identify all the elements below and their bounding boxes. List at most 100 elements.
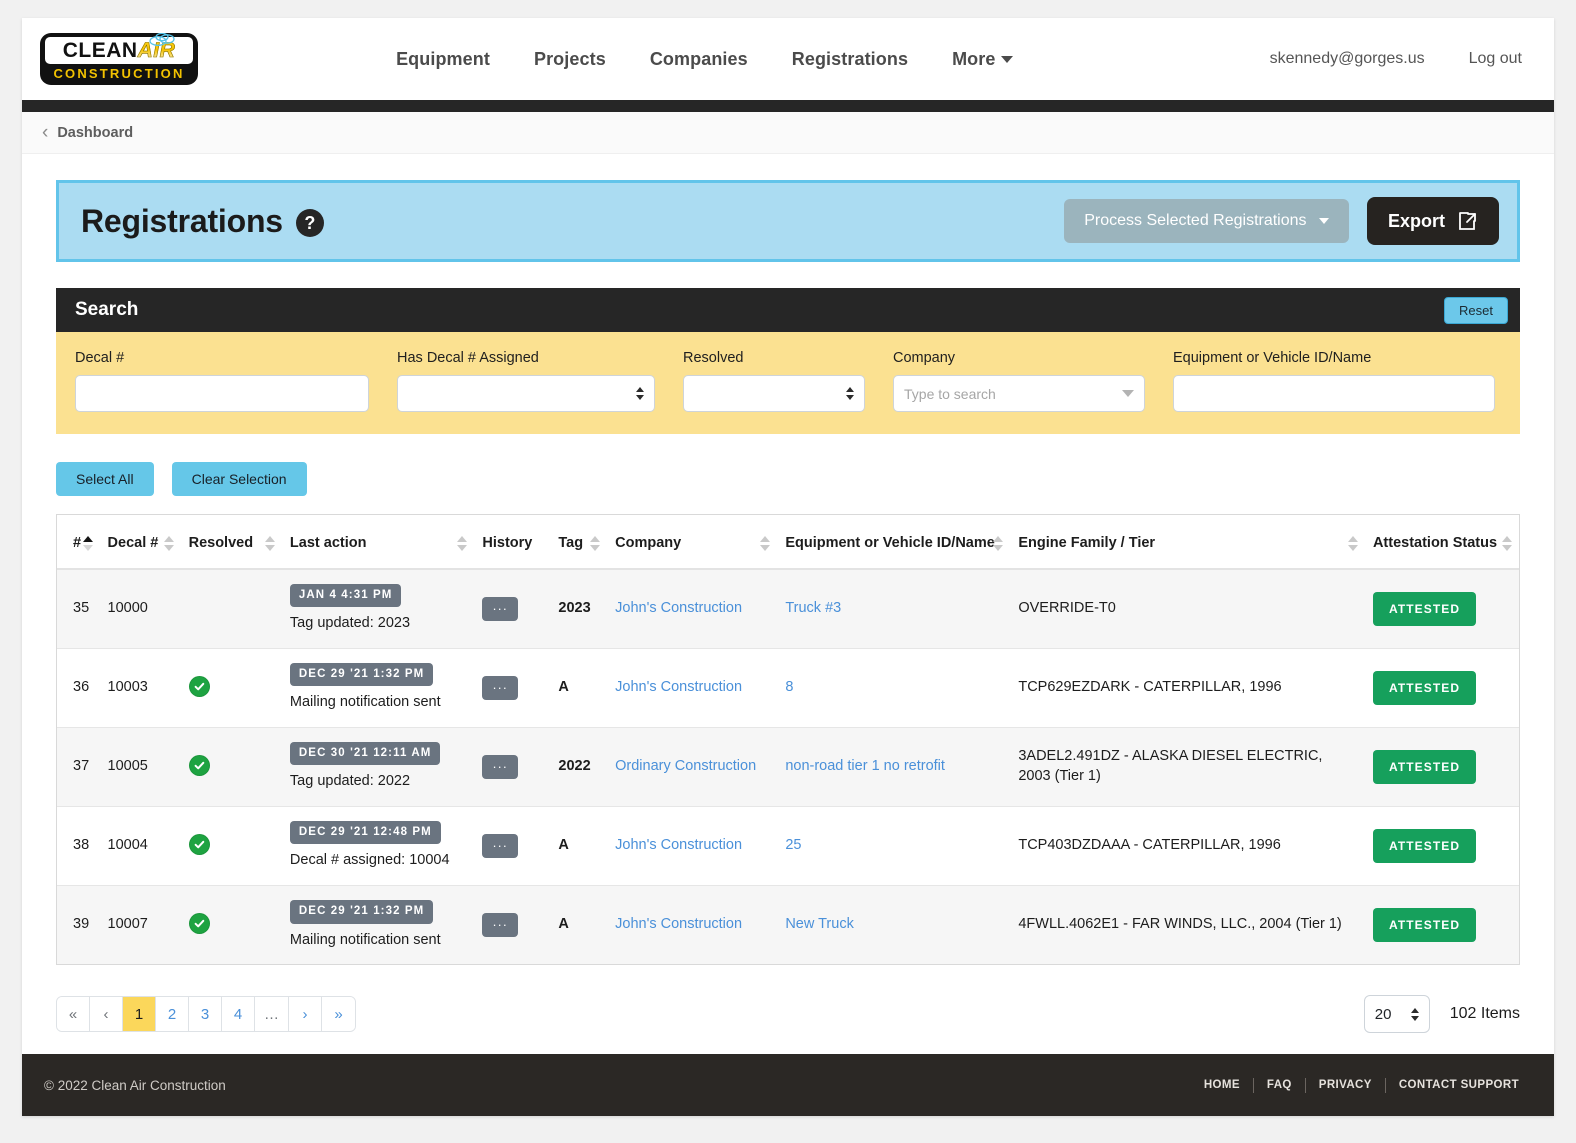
select-spinner-icon [846, 387, 854, 400]
cell-equipment: New Truck [777, 885, 1011, 965]
column-header-decal[interactable]: Decal # [99, 515, 181, 570]
sort-icon-company[interactable] [760, 535, 771, 551]
column-header-attestation-status[interactable]: Attestation Status [1364, 515, 1519, 570]
history-button[interactable]: ... [482, 833, 519, 858]
page-last-button[interactable]: » [322, 997, 355, 1032]
equipment-link[interactable]: 25 [785, 837, 801, 853]
sort-icon-last-action[interactable] [457, 535, 468, 551]
resolved-select[interactable] [683, 375, 865, 412]
history-button[interactable]: ... [482, 596, 519, 621]
footer-link-contact-support[interactable]: CONTACT SUPPORT [1386, 1079, 1532, 1091]
cell-last-action: DEC 30 '21 12:11 AM Tag updated: 2022 [281, 727, 475, 807]
company-link[interactable]: John's Construction [615, 837, 742, 853]
company-typeahead-input[interactable]: Type to search [893, 375, 1145, 412]
has-decal-assigned-select[interactable] [397, 375, 655, 412]
resolved-check-icon [188, 676, 210, 697]
process-selected-registrations-button[interactable]: Process Selected Registrations [1064, 199, 1349, 243]
column-header-last-action[interactable]: Last action [281, 515, 475, 570]
chevron-left-icon: ‹ [42, 122, 49, 143]
equipment-or-vehicle-input[interactable] [1173, 375, 1495, 412]
column-header-history: History [474, 515, 551, 570]
column-header-number[interactable]: # [57, 515, 100, 570]
footer-link-home[interactable]: HOME [1191, 1079, 1253, 1091]
column-header-tag[interactable]: Tag [550, 515, 608, 570]
breadcrumb-dashboard-link[interactable]: Dashboard [57, 125, 133, 141]
equipment-link[interactable]: non-road tier 1 no retrofit [785, 758, 945, 774]
field-decal-number: Decal # [75, 350, 369, 412]
page-button-2[interactable]: 2 [156, 997, 189, 1032]
cell-last-action: DEC 29 '21 12:48 PM Decal # assigned: 10… [281, 806, 475, 886]
column-label-company: Company [615, 535, 682, 551]
company-link[interactable]: John's Construction [615, 679, 742, 695]
cell-attestation: ATTESTED [1364, 885, 1519, 965]
timestamp-badge: DEC 29 '21 12:48 PM [289, 820, 441, 845]
equipment-link[interactable]: Truck #3 [785, 600, 841, 616]
registrations-table: # Decal # Resolved Last action History T… [57, 515, 1519, 965]
company-link[interactable]: John's Construction [615, 916, 742, 932]
sort-icon-number[interactable] [82, 535, 93, 551]
select-all-button[interactable]: Select All [56, 462, 154, 496]
sort-icon-attestation-status[interactable] [1502, 535, 1512, 551]
user-email[interactable]: skennedy@gorges.us [1270, 50, 1425, 68]
nav-item-projects[interactable]: Projects [534, 49, 606, 70]
page-button-3[interactable]: 3 [189, 997, 222, 1032]
table-row[interactable]: 37 10005 DEC 30 '21 12:11 AM Tag updated… [57, 727, 1519, 807]
footer: © 2022 Clean Air Construction HOME FAQ P… [22, 1054, 1554, 1116]
page-next-button[interactable]: › [289, 997, 322, 1032]
company-link[interactable]: Ordinary Construction [615, 758, 756, 774]
decal-number-input[interactable] [75, 375, 369, 412]
timestamp-badge: DEC 30 '21 12:11 AM [289, 741, 441, 766]
column-header-resolved[interactable]: Resolved [180, 515, 282, 570]
history-button[interactable]: ... [482, 675, 519, 700]
nav-item-registrations[interactable]: Registrations [792, 49, 908, 70]
help-icon[interactable]: ? [295, 209, 324, 237]
page-ellipsis: … [255, 997, 289, 1032]
app-window: CLEAN AIR CONSTRUCTION Equipment Projects… [22, 18, 1554, 1116]
page-first-button[interactable]: « [57, 997, 90, 1032]
cell-resolved [180, 648, 282, 728]
nav-item-equipment[interactable]: Equipment [396, 49, 490, 70]
sort-icon-engine-family[interactable] [1347, 535, 1358, 551]
sort-icon-equipment[interactable] [993, 535, 1004, 551]
sort-icon-decal[interactable] [163, 535, 174, 551]
table-body: 35 10000 JAN 4 4:31 PM Tag updated: 2023… [57, 568, 1519, 965]
equipment-link[interactable]: 8 [785, 679, 793, 695]
export-button-label: Export [1387, 210, 1445, 231]
page-prev-button[interactable]: ‹ [90, 997, 123, 1032]
cell-number: 37 [57, 727, 100, 807]
page-button-4[interactable]: 4 [222, 997, 255, 1032]
nav-item-companies[interactable]: Companies [650, 49, 748, 70]
column-header-company[interactable]: Company [607, 515, 778, 570]
chevron-down-icon [1122, 390, 1134, 397]
table-row[interactable]: 36 10003 DEC 29 '21 1:32 PM Mailing noti… [57, 648, 1519, 728]
nav-item-more[interactable]: More [952, 49, 1014, 70]
cell-decal: 10005 [99, 727, 181, 807]
cell-number: 38 [57, 806, 100, 886]
field-label-has-decal-assigned: Has Decal # Assigned [397, 350, 539, 366]
history-button[interactable]: ... [482, 754, 519, 779]
company-link[interactable]: John's Construction [615, 600, 742, 616]
timestamp-badge: DEC 29 '21 1:32 PM [289, 899, 434, 924]
cell-decal: 10004 [99, 806, 181, 886]
table-row[interactable]: 35 10000 JAN 4 4:31 PM Tag updated: 2023… [57, 568, 1519, 649]
per-page-select[interactable]: 20 [1363, 995, 1430, 1034]
footer-link-privacy[interactable]: PRIVACY [1306, 1079, 1385, 1091]
footer-link-faq[interactable]: FAQ [1254, 1079, 1305, 1091]
logout-link[interactable]: Log out [1469, 50, 1522, 68]
clear-selection-button[interactable]: Clear Selection [171, 462, 307, 496]
table-row[interactable]: 39 10007 DEC 29 '21 1:32 PM Mailing noti… [57, 885, 1519, 965]
column-header-equipment[interactable]: Equipment or Vehicle ID/Name [777, 515, 1011, 570]
column-header-engine-family[interactable]: Engine Family / Tier [1010, 515, 1365, 570]
table-row[interactable]: 38 10004 DEC 29 '21 12:48 PM Decal # ass… [57, 806, 1519, 886]
reset-button[interactable]: Reset [1444, 296, 1508, 324]
page-button-1[interactable]: 1 [123, 997, 156, 1032]
equipment-link[interactable]: New Truck [785, 916, 854, 932]
sort-icon-resolved[interactable] [264, 535, 275, 551]
column-label-resolved: Resolved [188, 535, 254, 551]
export-button[interactable]: Export [1366, 197, 1499, 245]
cell-tag: A [550, 885, 608, 965]
history-button[interactable]: ... [482, 913, 519, 938]
field-label-decal-number: Decal # [75, 350, 125, 366]
sort-icon-tag[interactable] [590, 535, 601, 551]
brand-logo[interactable]: CLEAN AIR CONSTRUCTION [40, 33, 198, 85]
